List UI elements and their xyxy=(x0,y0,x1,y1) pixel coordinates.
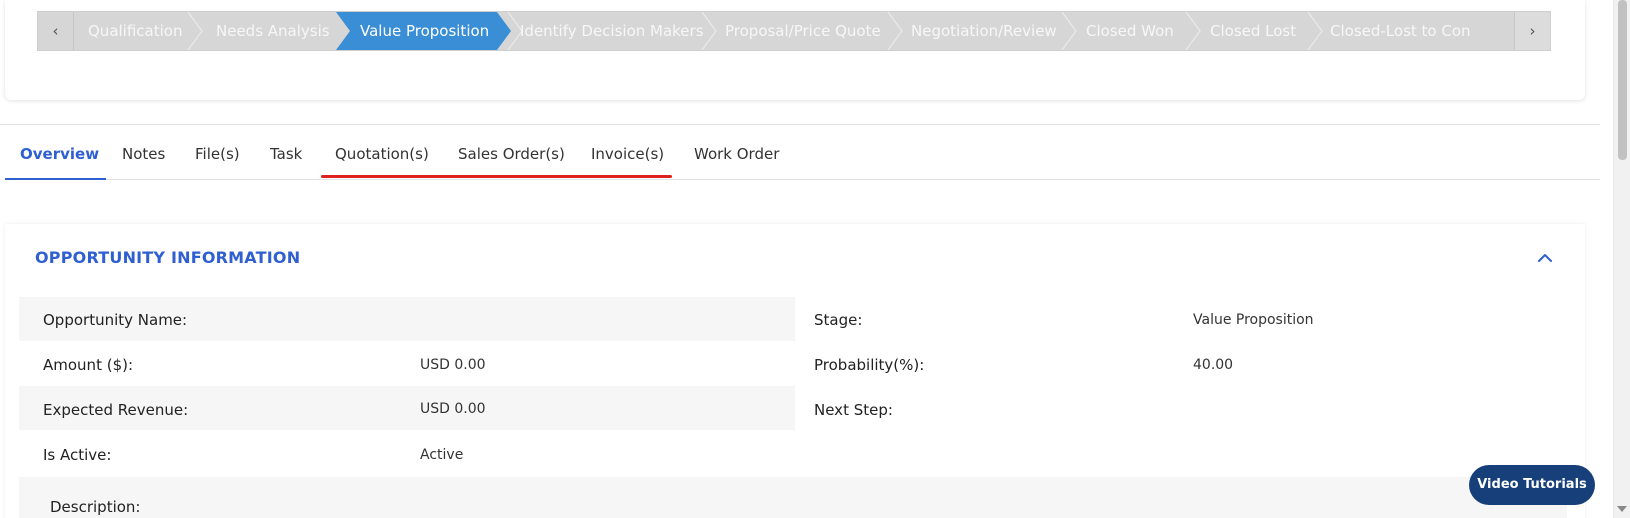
tab-work-order[interactable]: Work Order xyxy=(694,138,779,180)
tab-quotations[interactable]: Quotation(s) xyxy=(335,138,429,180)
detail-tabs: Overview Notes File(s) Task Quotation(s)… xyxy=(5,138,1600,180)
tab-task[interactable]: Task xyxy=(270,138,302,180)
step-closed-lost[interactable]: Closed Lost xyxy=(1210,12,1296,50)
step-qualification[interactable]: Qualification xyxy=(88,12,182,50)
stepper-next-button[interactable]: › xyxy=(1514,12,1550,50)
opportunity-detail-page: ‹ Qualification Needs Analysis Value Pro… xyxy=(0,0,1630,518)
is-active-label: Is Active: xyxy=(43,446,112,464)
amount-value: USD 0.00 xyxy=(420,357,486,373)
step-identify-decision-makers[interactable]: Identify Decision Makers xyxy=(520,12,704,50)
tab-notes[interactable]: Notes xyxy=(122,138,165,180)
scrollbar-thumb[interactable] xyxy=(1618,0,1627,160)
step-proposal-price-quote[interactable]: Proposal/Price Quote xyxy=(725,12,881,50)
probability-value: 40.00 xyxy=(1193,357,1234,373)
row-background xyxy=(19,477,1567,518)
tab-overview[interactable]: Overview xyxy=(20,138,99,180)
stage-stepper: ‹ Qualification Needs Analysis Value Pro… xyxy=(37,11,1551,51)
stepper-prev-button[interactable]: ‹ xyxy=(38,12,74,50)
step-closed-won[interactable]: Closed Won xyxy=(1086,12,1174,50)
stepper-steps: Qualification Needs Analysis Value Propo… xyxy=(74,12,1514,50)
chevron-right-icon: › xyxy=(1529,22,1536,40)
scroll-down-arrow-icon[interactable] xyxy=(1617,506,1627,512)
is-active-value: Active xyxy=(420,447,464,463)
stage-label: Stage: xyxy=(814,311,863,329)
highlight-underline xyxy=(321,175,672,178)
expected-revenue-value: USD 0.00 xyxy=(420,401,486,417)
video-tutorials-button[interactable]: Video Tutorials xyxy=(1469,465,1595,505)
expected-revenue-label: Expected Revenue: xyxy=(43,401,189,419)
chevron-up-icon[interactable] xyxy=(1536,249,1554,267)
tab-sales-orders[interactable]: Sales Order(s) xyxy=(458,138,565,180)
tab-files[interactable]: File(s) xyxy=(195,138,240,180)
opportunity-info-card xyxy=(5,224,1585,518)
step-closed-lost-to-competitor[interactable]: Closed-Lost to Con xyxy=(1330,12,1471,50)
amount-label: Amount ($): xyxy=(43,356,134,374)
tab-invoices[interactable]: Invoice(s) xyxy=(591,138,664,180)
step-value-proposition[interactable]: Value Proposition xyxy=(360,12,489,50)
probability-label: Probability(%): xyxy=(814,356,925,374)
section-title: OPPORTUNITY INFORMATION xyxy=(35,248,301,267)
stage-value: Value Proposition xyxy=(1193,312,1314,328)
next-step-label: Next Step: xyxy=(814,401,893,419)
step-needs-analysis[interactable]: Needs Analysis xyxy=(216,12,330,50)
divider xyxy=(0,124,1600,125)
chevron-left-icon: ‹ xyxy=(52,22,59,40)
description-label: Description: xyxy=(50,498,141,516)
page-scrollbar[interactable] xyxy=(1613,0,1630,518)
step-negotiation-review[interactable]: Negotiation/Review xyxy=(911,12,1057,50)
opportunity-name-label: Opportunity Name: xyxy=(43,311,188,329)
active-tab-indicator xyxy=(5,178,106,180)
